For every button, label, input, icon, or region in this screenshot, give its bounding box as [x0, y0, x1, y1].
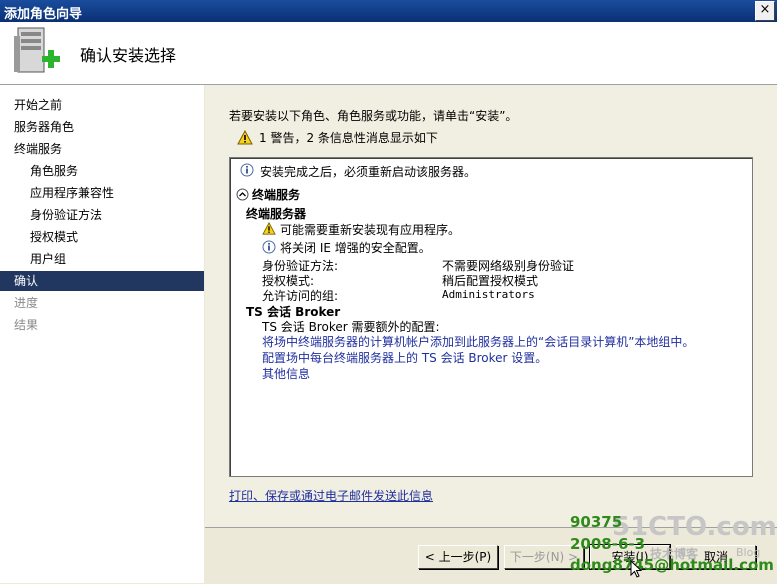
sidebar-item-label: 开始之前: [14, 98, 63, 112]
sidebar-item-label: 确认: [14, 274, 39, 288]
setting-value: 稍后配置授权模式: [442, 274, 539, 288]
sidebar-item-server-roles[interactable]: 服务器角色: [0, 117, 204, 137]
print-save-email-link[interactable]: 打印、保存或通过电子邮件发送此信息: [229, 487, 433, 504]
setting-value: Administrators: [442, 288, 535, 301]
warning-icon: [237, 130, 253, 145]
mouse-cursor-icon: [630, 560, 642, 578]
warning-summary-text: 1 警告，2 条信息性消息显示如下: [259, 131, 438, 145]
close-button[interactable]: ×: [755, 1, 775, 21]
sidebar-item-app-compat[interactable]: 应用程序兼容性: [0, 183, 204, 203]
content-pane: 若要安装以下角色、角色服务或功能，请单击“安装”。 1 警告，2 条信息性消息显…: [205, 85, 777, 527]
info-icon: [240, 163, 254, 177]
ts-server-title: 终端服务器: [246, 207, 307, 221]
info-icon: [262, 240, 276, 254]
broker-link-more-info[interactable]: 其他信息: [262, 365, 310, 382]
sidebar-item-progress: 进度: [0, 293, 204, 313]
details-panel[interactable]: 安装完成之后，必须重新启动该服务器。 终端服务 终端服务器 可能需要重新安装现有…: [229, 157, 753, 477]
window-titlebar: 添加角色向导 ×: [0, 0, 777, 22]
previous-button[interactable]: < 上一步(P): [418, 545, 498, 569]
sidebar-item-label: 用户组: [30, 252, 67, 266]
setting-label: 允许访问的组:: [262, 289, 339, 303]
sidebar-item-confirmation[interactable]: 确认: [0, 271, 204, 291]
broker-link-add-accounts[interactable]: 将场中终端服务器的计算机帐户添加到此服务器上的“会话目录计算机”本地组中。: [262, 333, 694, 350]
sidebar-item-label: 结果: [14, 318, 39, 332]
sidebar-item-label: 终端服务: [14, 142, 63, 156]
section-title-terminal-services: 终端服务: [252, 188, 301, 202]
sidebar-item-label: 进度: [14, 296, 39, 310]
sidebar-item-label: 授权模式: [30, 230, 79, 244]
sidebar-item-auth-method[interactable]: 身份验证方法: [0, 205, 204, 225]
wizard-header: 确认安装选择: [0, 22, 777, 85]
sidebar-item-licensing-mode[interactable]: 授权模式: [0, 227, 204, 247]
sidebar-item-label: 角色服务: [30, 164, 79, 178]
watermark-email: dong8745@hotmail.com: [570, 556, 774, 574]
sidebar-item-results: 结果: [0, 315, 204, 335]
watermark-id: 90375: [570, 513, 623, 531]
restart-note: 安装完成之后，必须重新启动该服务器。: [260, 165, 477, 179]
sidebar: 开始之前 服务器角色 终端服务 角色服务 应用程序兼容性 身份验证方法 授权模式…: [0, 85, 204, 583]
warning-summary: 1 警告，2 条信息性消息显示如下: [237, 129, 438, 146]
broker-link-configure[interactable]: 配置场中每台终端服务器上的 TS 会话 Broker 设置。: [262, 349, 547, 366]
sidebar-item-label: 服务器角色: [14, 120, 75, 134]
ie-note-text: 将关闭 IE 增强的安全配置。: [280, 241, 431, 255]
sidebar-item-label: 身份验证方法: [30, 208, 103, 222]
collapse-icon[interactable]: [236, 188, 249, 201]
warning-icon: [262, 222, 276, 235]
window-title: 添加角色向导: [4, 7, 83, 22]
sidebar-item-terminal-services[interactable]: 终端服务: [0, 139, 204, 159]
sidebar-item-user-groups[interactable]: 用户组: [0, 249, 204, 269]
page-title: 确认安装选择: [80, 46, 177, 65]
watermark-date: 2008-6-3: [570, 535, 646, 553]
sidebar-item-label: 应用程序兼容性: [30, 186, 115, 200]
server-add-icon: [14, 27, 60, 73]
ts-warning-text: 可能需要重新安装现有应用程序。: [280, 223, 461, 237]
sidebar-item-before-you-begin[interactable]: 开始之前: [0, 95, 204, 115]
sidebar-item-role-services[interactable]: 角色服务: [0, 161, 204, 181]
intro-text: 若要安装以下角色、角色服务或功能，请单击“安装”。: [229, 109, 518, 123]
